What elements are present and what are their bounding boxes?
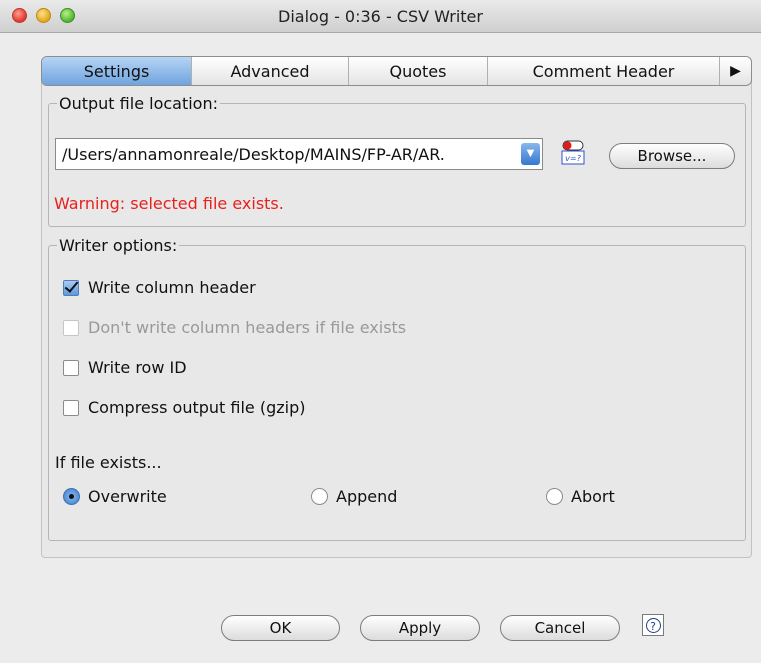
compress-output-label: Compress output file (gzip) [88,398,306,417]
output-file-location-legend: Output file location: [59,94,218,113]
svg-text:v=?: v=? [565,154,581,163]
write-row-id-checkbox[interactable]: Write row ID [63,358,187,377]
tab-settings[interactable]: Settings [42,57,192,85]
compress-output-checkbox[interactable]: Compress output file (gzip) [63,398,305,417]
writer-options-legend: Writer options: [59,236,178,255]
tab-bar: Settings Advanced Quotes Comment Header … [41,56,752,86]
cancel-button[interactable]: Cancel [500,615,620,641]
radio-icon[interactable] [546,488,563,505]
checkbox-icon[interactable] [63,359,79,376]
abort-label: Abort [571,487,615,506]
append-radio[interactable]: Append [311,487,397,506]
browse-button[interactable]: Browse... [609,143,735,169]
checkbox-checked-icon[interactable] [63,279,79,296]
checkbox-icon [63,319,79,336]
output-path-value: /Users/annamonreale/Desktop/MAINS/FP-AR/… [62,145,445,164]
append-label: Append [336,487,398,506]
checkbox-icon[interactable] [63,399,79,416]
help-icon: ? [645,617,661,633]
tab-advanced[interactable]: Advanced [192,57,349,85]
radio-selected-icon[interactable] [63,488,80,505]
output-path-combobox[interactable]: /Users/annamonreale/Desktop/MAINS/FP-AR/… [55,138,543,170]
help-button[interactable]: ? [642,614,664,636]
chevron-down-icon[interactable]: ▼ [521,143,540,165]
file-exists-warning: Warning: selected file exists. [54,194,284,213]
write-row-id-label: Write row ID [88,358,187,377]
if-file-exists-label: If file exists... [55,453,162,472]
radio-icon[interactable] [311,488,328,505]
skip-headers-if-exists-label: Don't write column headers if file exist… [88,318,407,337]
apply-button[interactable]: Apply [360,615,480,641]
title-bar: Dialog - 0:36 - CSV Writer [0,0,761,33]
tab-overflow-arrow-icon[interactable]: ▶ [720,57,751,85]
overwrite-label: Overwrite [88,487,167,506]
abort-radio[interactable]: Abort [546,487,615,506]
skip-headers-if-exists-checkbox: Don't write column headers if file exist… [63,318,406,337]
write-column-header-checkbox[interactable]: Write column header [63,278,256,297]
window-title: Dialog - 0:36 - CSV Writer [278,7,483,26]
tab-quotes[interactable]: Quotes [349,57,488,85]
write-column-header-label: Write column header [88,278,256,297]
tab-comment-header[interactable]: Comment Header [488,57,720,85]
flow-variable-icon[interactable]: v=? [560,136,586,166]
overwrite-radio[interactable]: Overwrite [63,487,167,506]
ok-button[interactable]: OK [221,615,340,641]
